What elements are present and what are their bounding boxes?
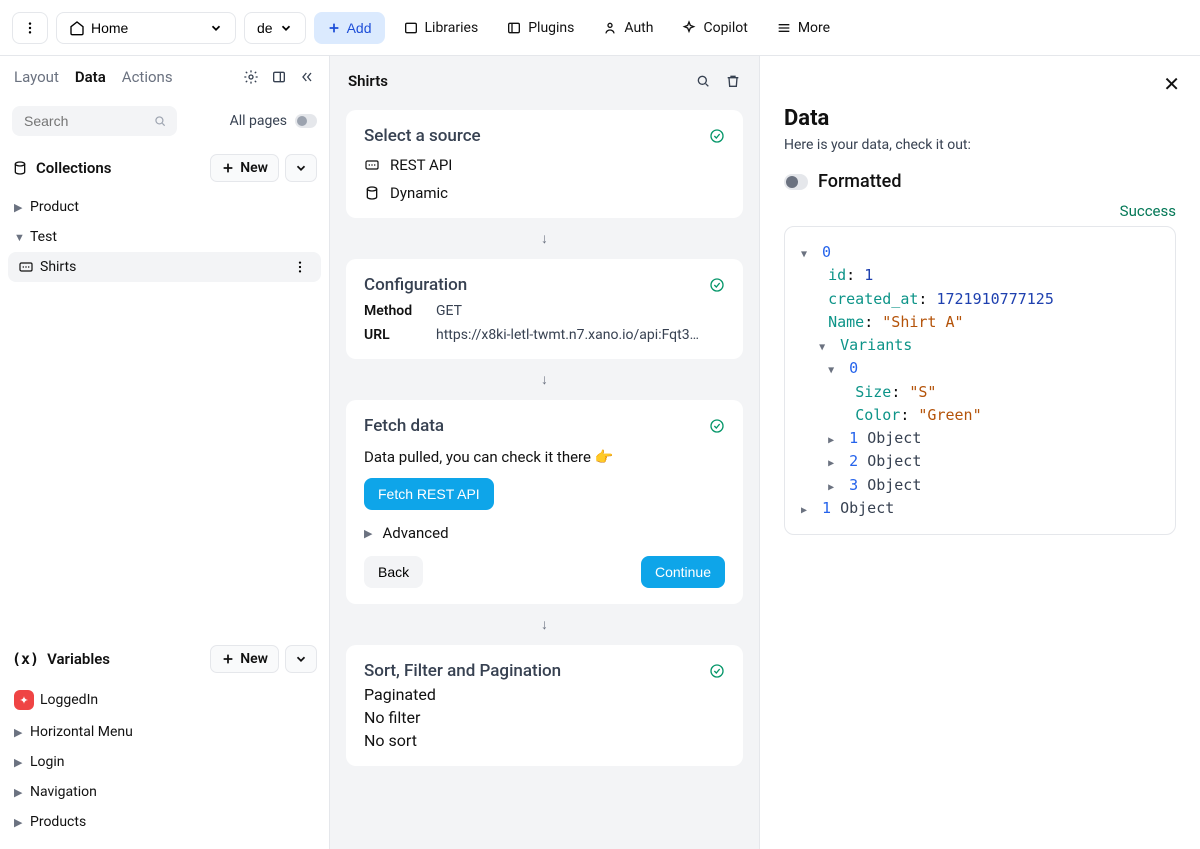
fetch-api-button[interactable]: Fetch REST API bbox=[364, 478, 494, 510]
caret-down-icon[interactable]: ▼ bbox=[801, 247, 813, 263]
var-navigation[interactable]: ▶ Navigation bbox=[0, 777, 329, 807]
plugins-icon bbox=[506, 20, 522, 36]
dots-vertical-icon bbox=[23, 21, 37, 35]
variable-badge-icon: ✦ bbox=[14, 690, 34, 710]
continue-button[interactable]: Continue bbox=[641, 556, 725, 588]
add-button[interactable]: Add bbox=[314, 12, 385, 44]
api-icon bbox=[364, 157, 380, 173]
caret-right-icon[interactable]: ▶ bbox=[801, 503, 813, 519]
check-circle-icon bbox=[709, 277, 725, 293]
fetch-message: Data pulled, you can check it there 👉 bbox=[364, 448, 725, 466]
collapse-icon[interactable] bbox=[299, 69, 315, 85]
libraries-icon bbox=[403, 20, 419, 36]
caret-right-icon[interactable]: ▶ bbox=[828, 480, 840, 496]
check-circle-icon bbox=[709, 663, 725, 679]
item-menu-icon[interactable] bbox=[293, 260, 307, 274]
chevron-down-icon: ▼ bbox=[14, 231, 24, 244]
tab-layout[interactable]: Layout bbox=[14, 68, 59, 86]
copilot-icon bbox=[681, 20, 697, 36]
menu-button[interactable] bbox=[12, 12, 48, 44]
down-arrow-icon: ↓ bbox=[330, 228, 759, 249]
panel-title: Shirts bbox=[348, 72, 388, 90]
url-value: https://x8ki-letl-twmt.n7.xano.io/api:Fq… bbox=[436, 327, 706, 343]
gear-icon[interactable] bbox=[243, 69, 259, 85]
chevron-right-icon: ▶ bbox=[14, 816, 24, 829]
var-login[interactable]: ▶ Login bbox=[0, 747, 329, 777]
caret-down-icon[interactable]: ▼ bbox=[819, 340, 831, 356]
chevron-right-icon: ▶ bbox=[14, 201, 24, 214]
panel-icon[interactable] bbox=[271, 69, 287, 85]
menu-icon bbox=[776, 20, 792, 36]
status-badge: Success bbox=[784, 202, 1176, 220]
chevron-right-icon: ▶ bbox=[364, 527, 372, 540]
json-viewer: ▼ 0 id: 1 created_at: 1721910777125 Name… bbox=[784, 226, 1176, 535]
home-label: Home bbox=[91, 20, 128, 36]
data-title: Data bbox=[784, 106, 1176, 131]
advanced-toggle[interactable]: ▶ Advanced bbox=[364, 524, 725, 542]
method-value: GET bbox=[436, 303, 462, 319]
chevron-right-icon: ▶ bbox=[14, 726, 24, 739]
all-pages-label: All pages bbox=[230, 113, 287, 129]
var-loggedin[interactable]: ✦ LoggedIn bbox=[0, 683, 329, 717]
nav-auth[interactable]: Auth bbox=[592, 13, 663, 43]
caret-down-icon[interactable]: ▼ bbox=[828, 363, 840, 379]
chevron-down-icon bbox=[209, 21, 223, 35]
nav-copilot[interactable]: Copilot bbox=[671, 13, 757, 43]
tab-data[interactable]: Data bbox=[75, 68, 106, 86]
home-icon bbox=[69, 20, 85, 36]
var-horizontal-menu[interactable]: ▶ Horizontal Menu bbox=[0, 717, 329, 747]
api-icon bbox=[18, 259, 34, 275]
card-configuration: Configuration Method GET URL https://x8k… bbox=[346, 259, 743, 359]
variable-menu-button[interactable] bbox=[285, 645, 317, 673]
database-icon bbox=[364, 185, 380, 201]
collections-label: Collections bbox=[36, 159, 112, 177]
data-subtitle: Here is your data, check it out: bbox=[784, 137, 1176, 153]
nav-libraries[interactable]: Libraries bbox=[393, 13, 489, 43]
variables-icon: (x) bbox=[12, 650, 39, 668]
formatted-toggle[interactable] bbox=[784, 174, 808, 190]
collection-product[interactable]: ▶ Product bbox=[0, 192, 329, 222]
nav-more[interactable]: More bbox=[766, 13, 840, 43]
chevron-right-icon: ▶ bbox=[14, 756, 24, 769]
collection-shirts[interactable]: Shirts bbox=[8, 252, 321, 282]
back-button[interactable]: Back bbox=[364, 556, 423, 588]
auth-icon bbox=[602, 20, 618, 36]
new-variable-button[interactable]: New bbox=[210, 645, 279, 673]
collection-test[interactable]: ▼ Test bbox=[0, 222, 329, 252]
search-icon[interactable] bbox=[695, 73, 711, 89]
variables-label: Variables bbox=[47, 650, 110, 668]
tab-actions[interactable]: Actions bbox=[122, 68, 173, 86]
all-pages-toggle[interactable] bbox=[295, 114, 317, 128]
lang-dropdown[interactable]: de bbox=[244, 12, 306, 44]
down-arrow-icon: ↓ bbox=[330, 369, 759, 390]
card-sort-filter: Sort, Filter and Pagination Paginated No… bbox=[346, 645, 743, 766]
check-circle-icon bbox=[709, 128, 725, 144]
card-fetch: Fetch data Data pulled, you can check it… bbox=[346, 400, 743, 604]
trash-icon[interactable] bbox=[725, 73, 741, 89]
new-collection-button[interactable]: New bbox=[210, 154, 279, 182]
chevron-down-icon bbox=[279, 21, 293, 35]
database-icon bbox=[12, 160, 28, 176]
caret-right-icon[interactable]: ▶ bbox=[828, 433, 840, 449]
collection-menu-button[interactable] bbox=[285, 154, 317, 182]
caret-right-icon[interactable]: ▶ bbox=[828, 456, 840, 472]
check-circle-icon bbox=[709, 418, 725, 434]
home-dropdown[interactable]: Home bbox=[56, 12, 236, 44]
search-icon bbox=[153, 114, 167, 128]
var-products[interactable]: ▶ Products bbox=[0, 807, 329, 837]
down-arrow-icon: ↓ bbox=[330, 614, 759, 635]
chevron-right-icon: ▶ bbox=[14, 786, 24, 799]
nav-plugins[interactable]: Plugins bbox=[496, 13, 584, 43]
close-icon[interactable]: ✕ bbox=[1163, 72, 1180, 96]
plus-icon bbox=[327, 21, 341, 35]
card-source: Select a source REST API Dynamic bbox=[346, 110, 743, 218]
